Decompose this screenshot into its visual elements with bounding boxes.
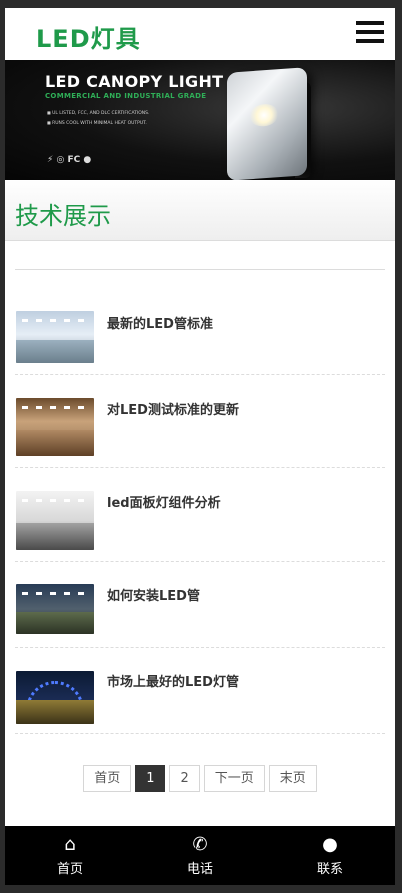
banner-bullet: RUNS COOL WITH MINIMAL HEAT OUTPUT.	[47, 118, 149, 128]
page-1-button[interactable]: 1	[135, 765, 166, 792]
article-title[interactable]: 对LED测试标准的更新	[107, 399, 239, 418]
certification-icons: ⚡ ◎ FC ●	[47, 155, 92, 165]
list-item[interactable]: 最新的LED管标准	[15, 285, 385, 375]
page-first-button[interactable]: 首页	[83, 765, 132, 792]
nav-home-button[interactable]: ⌂ 首页	[5, 826, 135, 885]
phone-icon: ✆	[192, 834, 208, 855]
nav-home-label: 首页	[56, 862, 83, 877]
article-thumbnail[interactable]	[16, 398, 94, 456]
list-item[interactable]: 如何安装LED管	[15, 562, 385, 648]
page-next-button[interactable]: 下一页	[203, 765, 265, 792]
article-thumbnail[interactable]	[16, 311, 94, 363]
nav-contact-button[interactable]: ● 联系	[265, 826, 395, 885]
nav-phone-label: 电话	[186, 862, 213, 877]
article-title[interactable]: led面板灯组件分析	[107, 492, 221, 511]
section-title: 技术展示	[15, 202, 111, 230]
pagination: 首页 1 2 下一页 末页	[5, 765, 395, 792]
banner-title: LED CANOPY LIGHT	[45, 72, 224, 91]
article-title[interactable]: 市场上最好的LED灯管	[107, 671, 239, 690]
user-icon: ●	[322, 834, 338, 855]
canopy-light-image	[227, 67, 307, 180]
article-thumbnail[interactable]	[16, 491, 94, 550]
article-thumbnail[interactable]	[16, 671, 94, 724]
home-icon: ⌂	[64, 834, 76, 855]
banner-bullets: UL LISTED, FCC, AND DLC CERTIFICATIONS. …	[47, 108, 149, 128]
hamburger-icon[interactable]	[356, 21, 384, 43]
nav-contact-label: 联系	[316, 862, 343, 877]
banner-subtitle: COMMERCIAL AND INDUSTRIAL GRADE	[45, 92, 207, 100]
site-header: LED灯具	[5, 8, 395, 60]
hero-banner[interactable]: LED CANOPY LIGHT COMMERCIAL AND INDUSTRI…	[5, 60, 395, 180]
bottom-nav: ⌂ 首页 ✆ 电话 ● 联系	[5, 826, 395, 885]
article-list: 最新的LED管标准 对LED测试标准的更新 led面板灯组件分析 如何安装LED…	[15, 285, 385, 734]
page-container: LED灯具 LED CANOPY LIGHT COMMERCIAL AND IN…	[5, 8, 395, 885]
list-item[interactable]: 对LED测试标准的更新	[15, 375, 385, 468]
article-title[interactable]: 如何安装LED管	[107, 585, 200, 604]
article-title[interactable]: 最新的LED管标准	[107, 313, 213, 332]
page-last-button[interactable]: 末页	[268, 765, 317, 792]
banner-bullet: UL LISTED, FCC, AND DLC CERTIFICATIONS.	[47, 108, 149, 118]
page-2-button[interactable]: 2	[169, 765, 200, 792]
list-item[interactable]: led面板灯组件分析	[15, 468, 385, 562]
site-logo[interactable]: LED灯具	[36, 19, 141, 54]
divider	[15, 269, 385, 270]
section-header: 技术展示	[5, 180, 395, 241]
nav-phone-button[interactable]: ✆ 电话	[135, 826, 265, 885]
list-item[interactable]: 市场上最好的LED灯管	[15, 648, 385, 734]
article-thumbnail[interactable]	[16, 584, 94, 634]
